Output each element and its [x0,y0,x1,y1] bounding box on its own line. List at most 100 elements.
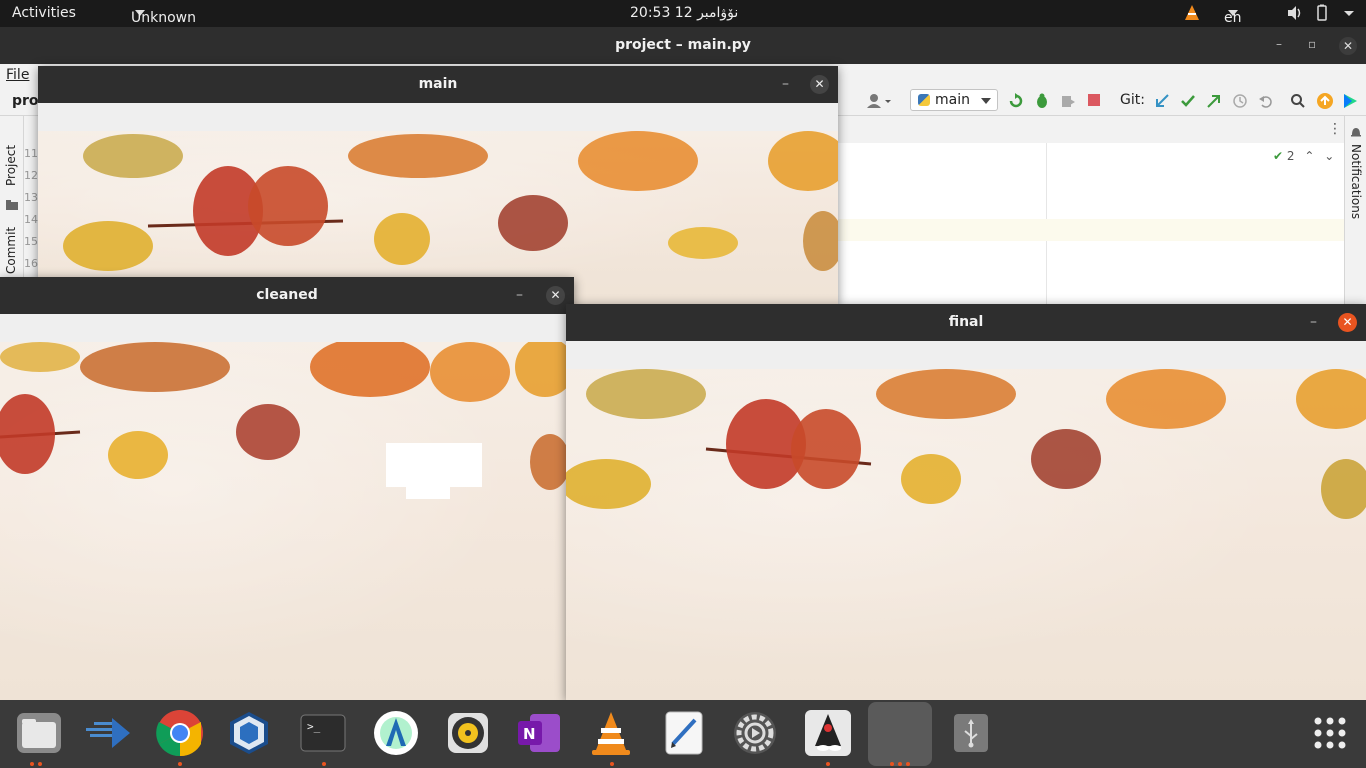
window-title-bar[interactable]: final [566,304,1366,341]
power-menu-icon[interactable] [1342,4,1356,22]
ide-title: project – main.py [615,37,751,53]
coverage-icon[interactable] [1060,93,1076,109]
language-menu[interactable]: en [1224,5,1242,26]
chevron-up-icon[interactable]: ⌃ [1304,149,1314,163]
line-number: 16 [24,257,38,270]
window-toolbar [0,314,574,342]
running-indicator [178,762,182,766]
app-menu-label: Unknown [131,10,196,26]
vlc-icon[interactable] [586,708,636,758]
leaf-decorations [566,369,1366,519]
running-indicator [38,762,42,766]
minimize-button[interactable]: – [516,277,523,314]
virtualbox-icon[interactable] [224,708,274,758]
ide-minimize-button[interactable]: – [1276,37,1282,51]
text-editor-icon[interactable] [659,708,709,758]
autumn-leaves-image [0,342,574,700]
tool-tab-commit[interactable]: Commit [4,227,18,274]
svg-text:>_: >_ [307,720,321,733]
cleaned-image-window[interactable]: cleaned – ✕ [0,277,574,700]
minimize-button[interactable]: – [782,66,789,103]
bell-icon[interactable] [1350,126,1362,138]
close-button[interactable]: ✕ [546,286,565,305]
more-options-icon[interactable]: ⋮ [1328,121,1342,137]
vlc-tray-icon[interactable] [1184,4,1200,22]
window-title: main [418,76,458,92]
window-toolbar [38,103,838,131]
tool-tab-notifications[interactable]: Notifications [1349,144,1363,219]
onenote-icon[interactable]: N [514,708,564,758]
rhythmbox-icon[interactable] [443,708,493,758]
tool-tab-project[interactable]: Project [4,145,18,186]
user-icon[interactable] [866,93,892,109]
ide-title-bar: project – main.py [0,27,1366,64]
active-window-indicator[interactable] [868,702,932,766]
close-button[interactable]: ✕ [1338,313,1357,332]
terminal-icon[interactable]: >_ [298,708,348,758]
folder-icon [6,200,18,210]
run-configuration-select[interactable]: main [910,89,998,111]
language-label: en [1224,10,1242,26]
run-configuration-label: main [935,92,970,108]
activities-button[interactable]: Activities [12,5,76,21]
running-indicator [890,762,894,766]
ide-close-button[interactable]: ✕ [1339,37,1357,55]
line-number: 14 [24,213,38,226]
minimize-button[interactable]: – [1310,304,1317,341]
window-title: cleaned [256,287,318,303]
battery-icon[interactable] [1314,4,1330,22]
dock: >_ N [0,700,1366,768]
python-icon [918,94,930,106]
running-indicator [322,762,326,766]
debug-icon[interactable] [1034,93,1050,109]
rerun-icon[interactable] [1008,93,1024,109]
files-icon[interactable] [14,708,64,758]
check-icon: ✔ [1273,149,1284,163]
window-title-bar[interactable]: cleaned [0,277,574,314]
volume-icon[interactable] [1286,4,1304,22]
android-studio-icon[interactable] [371,708,421,758]
usb-drive-icon[interactable] [946,708,996,758]
chevron-down-icon[interactable]: ⌄ [1324,149,1334,163]
search-icon[interactable] [1290,93,1306,109]
removed-region [406,487,450,499]
leaf-decorations [0,342,574,490]
update-icon[interactable] [1316,92,1334,110]
autumn-leaves-image [566,369,1366,700]
running-indicator [30,762,34,766]
stop-icon[interactable] [1088,94,1100,106]
final-image-window[interactable]: final – ✕ [566,304,1366,700]
removed-region [386,475,482,487]
inspection-count: 2 [1286,149,1295,163]
app-menu[interactable]: Unknown [131,5,196,26]
line-number: 12 [24,169,38,182]
jetbrains-icon[interactable] [1342,92,1358,110]
svg-text:N: N [523,725,536,743]
window-title-bar[interactable]: main [38,66,838,103]
close-button[interactable]: ✕ [810,75,829,94]
running-indicator [906,762,910,766]
code-editor-icon[interactable] [84,708,134,758]
rollback-icon[interactable] [1258,93,1274,109]
history-icon[interactable] [1232,93,1248,109]
running-indicator [610,762,614,766]
main-image-window[interactable]: main – ✕ [38,66,838,306]
line-number: 13 [24,191,38,204]
running-indicator [898,762,902,766]
window-title: final [948,314,984,330]
inspection-widget[interactable]: ✔ 2 ⌃ ⌄ [1273,149,1334,163]
java-app-icon[interactable] [803,708,853,758]
settings-icon[interactable] [730,708,780,758]
git-label: Git: [1120,92,1145,108]
git-push-icon[interactable] [1206,93,1222,109]
show-applications-icon[interactable] [1305,708,1355,758]
chevron-down-icon [981,98,991,104]
chrome-icon[interactable] [155,708,205,758]
line-number: 15 [24,235,38,248]
clock[interactable]: 20:53 12 نۆۋامبر [630,5,738,21]
running-indicator [826,762,830,766]
ide-maximize-button[interactable]: ▫ [1308,37,1316,51]
git-commit-icon[interactable] [1180,93,1196,109]
git-update-icon[interactable] [1154,93,1170,109]
menu-file[interactable]: File [6,67,29,83]
